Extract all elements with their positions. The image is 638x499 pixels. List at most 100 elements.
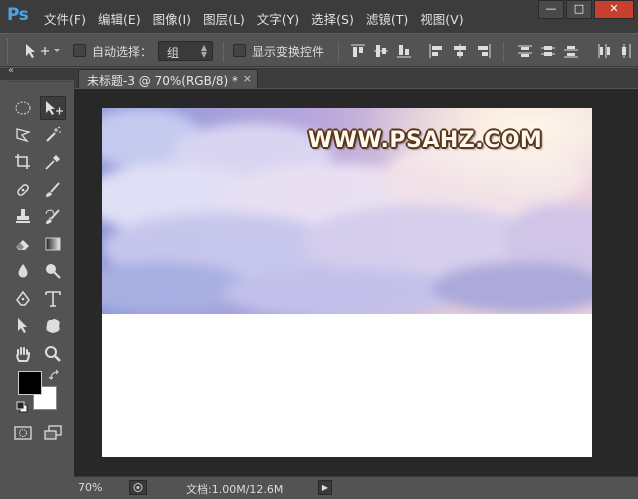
tool-clone-stamp[interactable] <box>10 205 36 229</box>
hand-icon <box>16 347 30 362</box>
clone-stamp-icon <box>16 209 30 223</box>
distribute-vertical-center-icon[interactable] <box>540 43 556 59</box>
close-tab-icon[interactable]: × <box>243 72 252 85</box>
foreground-color-swatch[interactable] <box>18 371 42 395</box>
status-menu-button[interactable]: ▶ <box>318 480 332 495</box>
quick-mask-button[interactable] <box>10 421 36 445</box>
zoom-level[interactable]: 70% <box>78 481 102 494</box>
tool-preset-picker[interactable] <box>24 42 60 60</box>
main-menu: 文件(F) 编辑(E) 图像(I) 图层(L) 文字(Y) 选择(S) 滤镜(T… <box>44 9 476 28</box>
menu-file[interactable]: 文件(F) <box>44 9 86 28</box>
tool-move[interactable] <box>40 96 66 120</box>
align-bottom-icon[interactable] <box>396 43 412 59</box>
close-icon: ✕ <box>609 2 619 15</box>
options-separator <box>503 42 504 62</box>
default-colors-icon[interactable] <box>16 401 28 413</box>
tool-eyedropper[interactable] <box>40 150 66 174</box>
tool-rectangular-marquee[interactable] <box>10 96 36 120</box>
tool-path-selection[interactable] <box>10 314 36 338</box>
toolbox-header[interactable]: « <box>0 65 74 80</box>
status-info-button[interactable] <box>129 480 147 495</box>
dodge-icon <box>46 264 61 279</box>
menu-layer[interactable]: 图层(L) <box>203 9 245 28</box>
tool-lasso[interactable] <box>10 123 36 147</box>
options-bar: 自动选择： 组 ▲ ▼ 显示变换控件 <box>0 33 638 67</box>
tool-crop[interactable] <box>10 150 36 174</box>
document-tab-title: 未标题-3 @ 70%(RGB/8) * <box>87 74 238 88</box>
show-transform-checkbox[interactable] <box>233 44 246 57</box>
screen-mode-button[interactable] <box>40 421 66 445</box>
window-controls: — □ ✕ <box>536 0 634 19</box>
maximize-icon: □ <box>573 2 585 15</box>
distribute-horizontal-center-icon[interactable] <box>619 43 635 59</box>
swap-colors-icon[interactable] <box>49 370 61 382</box>
status-info-icon <box>133 483 143 492</box>
healing-brush-icon <box>17 184 29 196</box>
quick-mask-icon <box>14 426 32 440</box>
collapse-chevron-icon: « <box>8 65 15 76</box>
align-horizontal-center-icon[interactable] <box>452 43 468 59</box>
tool-custom-shape[interactable] <box>40 314 66 338</box>
move-icon <box>46 101 63 115</box>
align-vertical-center-icon[interactable] <box>373 43 389 59</box>
auto-select-checkbox[interactable] <box>73 44 86 57</box>
tool-gradient[interactable] <box>40 232 66 256</box>
options-separator <box>223 42 224 62</box>
auto-select-target-dropdown[interactable]: 组 ▲ ▼ <box>158 41 213 61</box>
brush-icon <box>46 182 60 197</box>
photoshop-logo: Ps <box>7 5 29 25</box>
custom-shape-icon <box>46 319 60 333</box>
menu-bar: Ps 文件(F) 编辑(E) 图像(I) 图层(L) 文字(Y) 选择(S) 滤… <box>0 0 638 33</box>
auto-select-target-value: 组 <box>167 46 180 60</box>
pen-icon <box>16 290 30 306</box>
tool-dodge[interactable] <box>40 259 66 283</box>
distribute-left-icon[interactable] <box>596 43 612 59</box>
zoom-icon <box>45 346 61 362</box>
tool-hand[interactable] <box>10 342 36 366</box>
distribute-bottom-icon[interactable] <box>563 43 579 59</box>
options-separator <box>338 42 339 62</box>
move-icon <box>26 44 60 58</box>
document-canvas[interactable]: WWW.PSAHZ.COM <box>102 108 592 457</box>
dropdown-arrows-icon: ▲ ▼ <box>200 43 207 59</box>
path-selection-icon <box>18 318 27 333</box>
menu-filter[interactable]: 滤镜(T) <box>366 9 408 28</box>
canvas-workspace[interactable]: WWW.PSAHZ.COM <box>74 89 638 476</box>
magic-wand-icon <box>46 126 61 142</box>
menu-select[interactable]: 选择(S) <box>311 9 354 28</box>
play-arrow-icon: ▶ <box>321 483 329 492</box>
gradient-icon <box>45 237 61 251</box>
options-bar-grip[interactable] <box>7 39 10 63</box>
tool-spot-healing[interactable] <box>10 178 36 202</box>
menu-image[interactable]: 图像(I) <box>153 9 191 28</box>
align-left-icon[interactable] <box>428 43 444 59</box>
menu-type[interactable]: 文字(Y) <box>257 9 299 28</box>
lasso-icon <box>16 128 32 143</box>
minimize-button[interactable]: — <box>538 0 564 19</box>
tool-blur[interactable] <box>10 259 36 283</box>
tool-zoom[interactable] <box>40 342 66 366</box>
distribute-top-icon[interactable] <box>517 43 533 59</box>
type-icon <box>45 291 61 307</box>
blur-icon <box>18 264 28 278</box>
tool-pen[interactable] <box>10 287 36 311</box>
minimize-icon: — <box>545 2 557 15</box>
tool-magic-wand[interactable] <box>40 123 66 147</box>
menu-view[interactable]: 视图(V) <box>420 9 463 28</box>
toolbox <box>6 81 74 476</box>
status-bar: 70% 文档:1.00M/12.6M ▶ <box>74 476 638 499</box>
eyedropper-icon <box>45 155 60 170</box>
tool-eraser[interactable] <box>10 232 36 256</box>
crop-icon <box>15 154 30 169</box>
document-tab[interactable]: 未标题-3 @ 70%(RGB/8) * × <box>78 69 258 88</box>
tool-history-brush[interactable] <box>40 205 66 229</box>
tool-type[interactable] <box>40 287 66 311</box>
screen-mode-icon <box>44 425 62 440</box>
maximize-button[interactable]: □ <box>566 0 592 19</box>
align-top-icon[interactable] <box>350 43 366 59</box>
align-right-icon[interactable] <box>476 43 492 59</box>
tool-brush[interactable] <box>40 178 66 202</box>
document-size-info: 文档:1.00M/12.6M <box>186 483 284 496</box>
close-button[interactable]: ✕ <box>594 0 634 19</box>
menu-edit[interactable]: 编辑(E) <box>98 9 141 28</box>
